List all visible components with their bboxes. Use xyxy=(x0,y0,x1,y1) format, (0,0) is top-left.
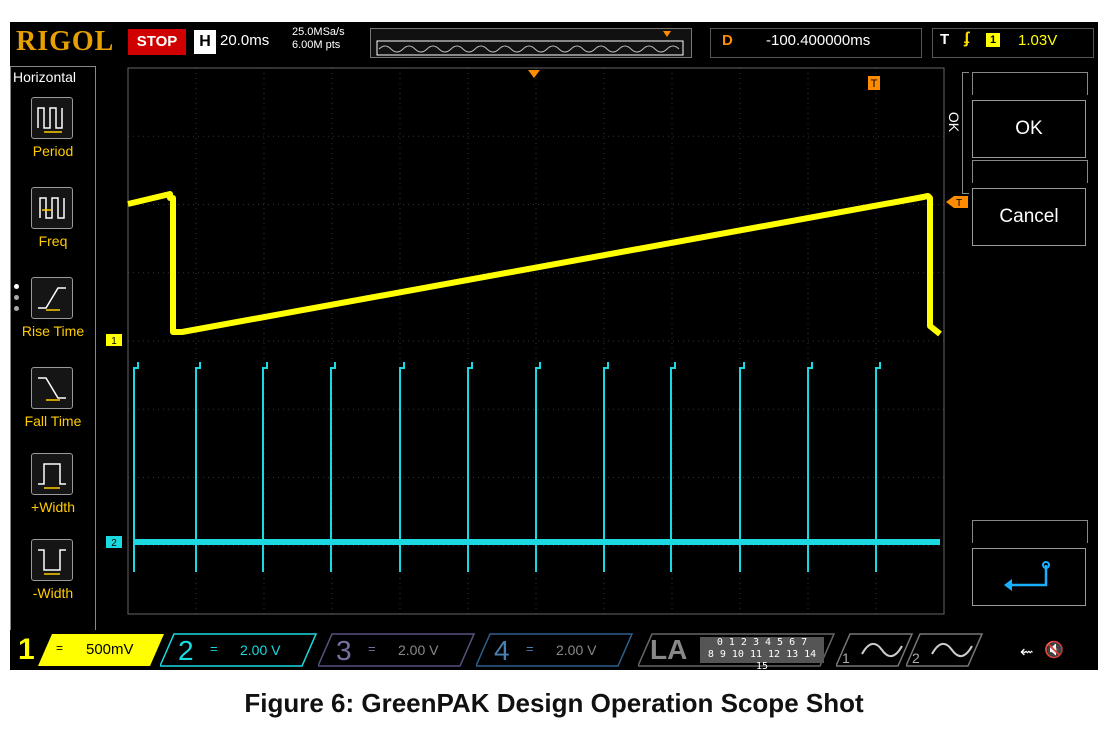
ch2-number: 2 xyxy=(178,635,194,666)
ch1-waveform xyxy=(127,191,942,337)
figure-caption: Figure 6: GreenPAK Design Operation Scop… xyxy=(244,688,864,718)
enter-tab-top xyxy=(972,520,1088,543)
cancel-tab-top xyxy=(972,160,1088,183)
oscilloscope-screen: RIGOL STOP H 20.0ms 25.0MSa/s 6.00M pts … xyxy=(10,22,1098,670)
la-label: LA xyxy=(650,634,688,665)
waveform-display[interactable]: T T 1 2 xyxy=(10,22,1098,632)
ch4-coupling-icon: = xyxy=(526,641,534,656)
ch1-marker-label: 1 xyxy=(111,336,117,347)
math1-label: 1 xyxy=(842,650,850,666)
ch2-coupling-icon: = xyxy=(210,641,218,656)
speaker-mute-icon[interactable]: 🔇 xyxy=(1044,640,1064,660)
cancel-button[interactable]: Cancel xyxy=(972,188,1086,246)
la-bits-panel: 0 1 2 3 4 5 6 7 8 9 10 11 12 13 14 15 xyxy=(700,637,824,670)
ch4-scale: 2.00 V xyxy=(556,642,597,658)
ch3-coupling-icon: = xyxy=(368,641,376,656)
return-arrow-icon xyxy=(1004,561,1050,591)
ch1-number[interactable]: 1 xyxy=(18,635,35,665)
ch3-scale: 2.00 V xyxy=(398,642,439,658)
trigger-marker-label: T xyxy=(871,78,878,90)
la-bits-top: 0 1 2 3 4 5 6 7 xyxy=(716,637,808,648)
ch2-scale: 2.00 V xyxy=(240,642,281,658)
ch4-number: 4 xyxy=(494,635,510,666)
ch2-marker-label: 2 xyxy=(111,538,117,549)
ok-side-label: OK xyxy=(946,111,963,133)
ch3-number: 3 xyxy=(336,635,352,666)
side-bracket xyxy=(962,72,969,194)
channel-status-bar: 1 = 500mV 2 = 2.00 V 3 = 2.00 V 4 = 2.00… xyxy=(10,630,1098,670)
trigger-position-marker xyxy=(528,70,540,78)
ok-tab-top xyxy=(972,72,1088,95)
ch1-coupling-icon: = xyxy=(56,641,64,655)
ch2-waveform xyxy=(133,362,940,572)
ok-button[interactable]: OK xyxy=(972,100,1086,158)
la-bits-bottom: 8 9 10 11 12 13 14 15 xyxy=(707,649,817,670)
usb-icon: ⇜ xyxy=(1020,644,1034,661)
trigger-level-label: T xyxy=(956,198,962,209)
math2-label: 2 xyxy=(912,650,920,666)
ch1-scale: 500mV xyxy=(86,641,134,658)
enter-button[interactable] xyxy=(972,548,1086,606)
